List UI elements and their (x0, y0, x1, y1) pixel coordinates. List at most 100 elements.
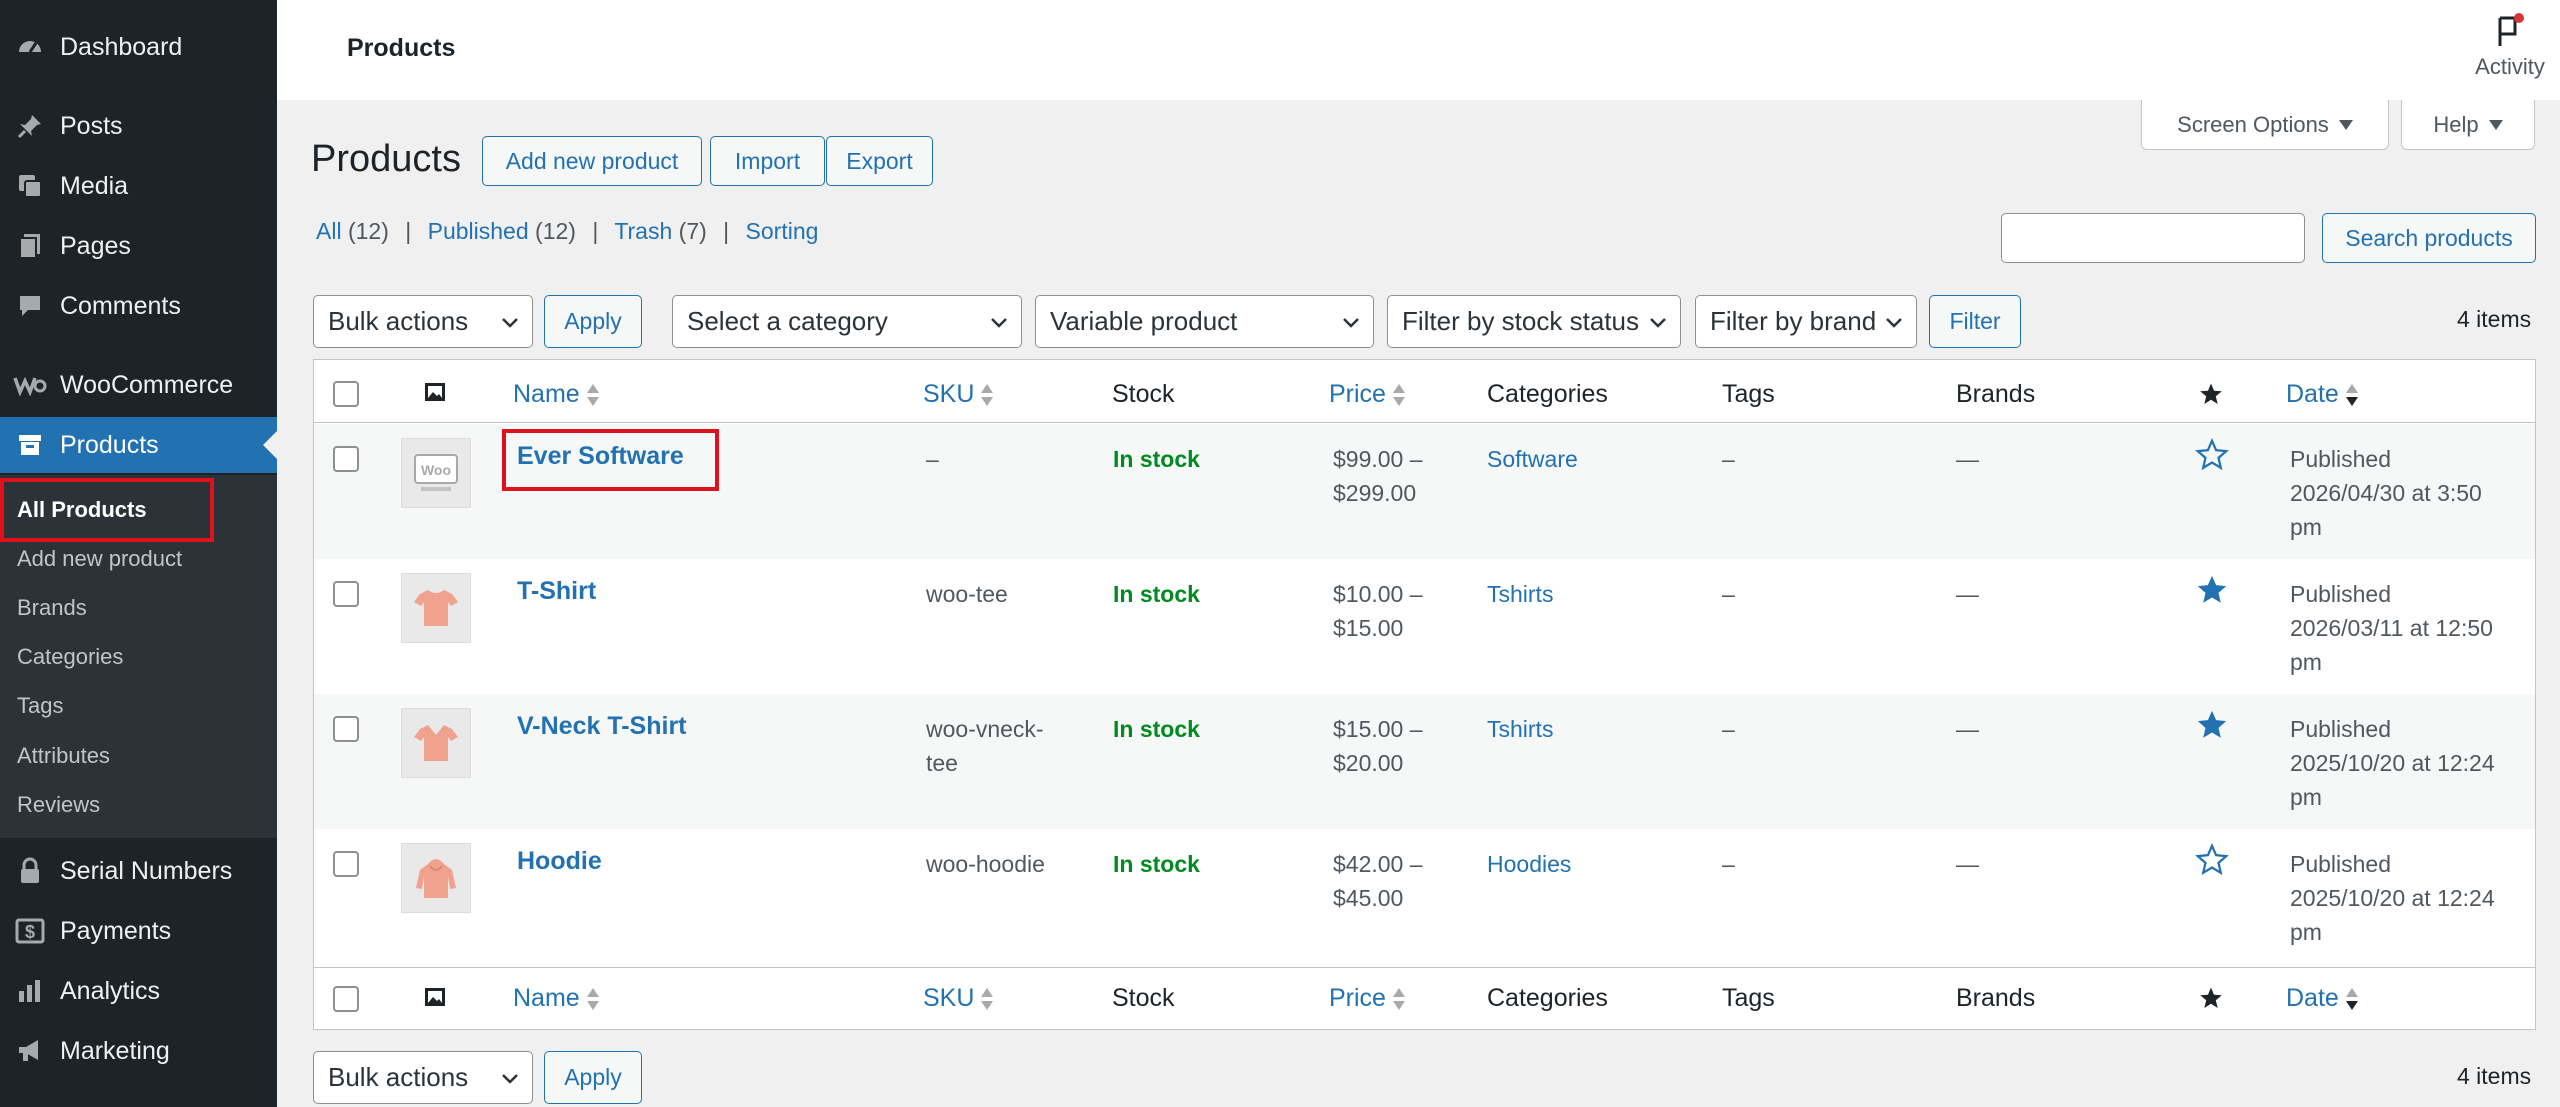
submenu-brands[interactable]: Brands (17, 595, 87, 621)
vneck-tshirt-icon (414, 725, 458, 761)
select-all-checkbox[interactable] (333, 986, 359, 1012)
product-sku: woo-hoodie (926, 851, 1045, 877)
column-name[interactable]: Name (513, 984, 600, 1013)
sidebar-item-woocommerce[interactable]: WooCommerce (0, 357, 277, 413)
category-select[interactable]: Select a category (672, 295, 1022, 348)
media-icon (0, 172, 60, 200)
bar-chart-icon (0, 977, 60, 1005)
submenu-add-new-product[interactable]: Add new product (17, 546, 182, 572)
product-name-link[interactable]: V-Neck T-Shirt (517, 712, 687, 741)
sort-desc-icon (2345, 383, 2358, 406)
column-date[interactable]: Date (2286, 984, 2359, 1013)
product-price: $15.00 – $20.00 (1333, 716, 1423, 776)
sidebar-item-media[interactable]: Media (0, 158, 277, 214)
product-stock: In stock (1113, 851, 1200, 877)
filter-button[interactable]: Filter (1929, 295, 2021, 348)
sidebar-item-comments[interactable]: Comments (0, 278, 277, 334)
sort-icon (1392, 383, 1405, 406)
product-date: Published 2025/10/20 at 12:24 pm (2290, 851, 2495, 945)
sidebar-item-dashboard[interactable]: Dashboard (0, 19, 277, 75)
admin-sidebar: Dashboard Posts Media Pages Comments Woo… (0, 0, 277, 1107)
product-brands: — (1956, 581, 1979, 607)
megaphone-icon (0, 1037, 60, 1065)
submenu-categories[interactable]: Categories (17, 644, 123, 670)
add-new-product-button[interactable]: Add new product (482, 136, 702, 186)
column-sku[interactable]: SKU (923, 380, 994, 409)
sidebar-item-serial-numbers[interactable]: Serial Numbers (0, 843, 277, 899)
search-products-button[interactable]: Search products (2322, 213, 2536, 263)
activity-button[interactable]: Activity (2470, 12, 2550, 80)
product-category-link[interactable]: Hoodies (1487, 847, 1571, 881)
highlight-all-products (0, 478, 214, 542)
view-trash-link[interactable]: Trash (614, 218, 672, 244)
sidebar-item-products[interactable]: Products (0, 417, 277, 473)
page-title: Products (311, 138, 461, 180)
screen-options-button[interactable]: Screen Options (2141, 100, 2389, 150)
star-filled-icon[interactable] (2195, 573, 2229, 607)
stock-status-select[interactable]: Filter by stock status (1387, 295, 1681, 348)
product-thumbnail[interactable] (401, 843, 471, 913)
row-checkbox[interactable] (333, 716, 359, 742)
product-category-link[interactable]: Software (1487, 442, 1578, 476)
column-sku[interactable]: SKU (923, 984, 994, 1013)
product-type-select[interactable]: Variable product (1035, 295, 1374, 348)
star-outline-icon[interactable] (2195, 438, 2229, 472)
product-price: $42.00 – $45.00 (1333, 851, 1423, 911)
product-thumbnail[interactable] (401, 573, 471, 643)
column-name[interactable]: Name (513, 380, 600, 409)
sidebar-item-posts[interactable]: Posts (0, 98, 277, 154)
row-checkbox[interactable] (333, 581, 359, 607)
archive-icon (0, 431, 60, 459)
submenu-reviews[interactable]: Reviews (17, 792, 100, 818)
product-sku: – (926, 446, 939, 472)
star-filled-icon[interactable] (2195, 708, 2229, 742)
chevron-down-icon (502, 1074, 518, 1084)
column-stock: Stock (1112, 984, 1175, 1012)
apply-button-bottom[interactable]: Apply (544, 1051, 642, 1104)
brand-select[interactable]: Filter by brand (1695, 295, 1917, 348)
view-published-link[interactable]: Published (428, 218, 529, 244)
dollar-icon: $ (0, 917, 60, 945)
sidebar-item-analytics[interactable]: Analytics (0, 963, 277, 1019)
woo-icon (0, 374, 60, 396)
bulk-actions-select-bottom[interactable]: Bulk actions (313, 1051, 533, 1104)
sidebar-item-pages[interactable]: Pages (0, 218, 277, 274)
bulk-actions-select[interactable]: Bulk actions (313, 295, 533, 348)
chevron-down-icon (991, 318, 1007, 328)
row-checkbox[interactable] (333, 851, 359, 877)
chevron-down-icon (1650, 318, 1666, 328)
submenu-attributes[interactable]: Attributes (17, 743, 110, 769)
submenu-tags[interactable]: Tags (17, 693, 63, 719)
product-category-link[interactable]: Tshirts (1487, 712, 1553, 746)
export-button[interactable]: Export (826, 136, 933, 186)
tshirt-icon (414, 590, 458, 626)
table-header: Name SKU Stock Price Categories Tags Bra… (314, 360, 2535, 423)
product-thumbnail[interactable] (401, 708, 471, 778)
product-name-link[interactable]: Hoodie (517, 847, 602, 876)
row-checkbox[interactable] (333, 446, 359, 472)
sort-icon (1392, 987, 1405, 1010)
import-button[interactable]: Import (710, 136, 825, 186)
table-row: T-Shirt woo-tee In stock $10.00 – $15.00 … (314, 559, 2535, 694)
product-price: $99.00 – $299.00 (1333, 446, 1423, 506)
sort-icon (981, 383, 994, 406)
view-all-link[interactable]: All (316, 218, 342, 244)
product-sku: woo-tee (926, 581, 1008, 607)
sidebar-item-payments[interactable]: $ Payments (0, 903, 277, 959)
search-input[interactable] (2001, 213, 2305, 263)
select-all-checkbox[interactable] (333, 381, 359, 407)
product-category-link[interactable]: Tshirts (1487, 577, 1553, 611)
product-name-link[interactable]: T-Shirt (517, 577, 596, 606)
sidebar-item-marketing[interactable]: Marketing (0, 1023, 277, 1079)
chevron-down-icon (502, 318, 518, 328)
help-button[interactable]: Help (2401, 100, 2535, 150)
pages-icon (0, 232, 60, 260)
star-outline-icon[interactable] (2195, 843, 2229, 877)
product-thumbnail[interactable]: Woo (401, 438, 471, 508)
product-brands: — (1956, 851, 1979, 877)
column-price[interactable]: Price (1329, 984, 1406, 1013)
column-date[interactable]: Date (2286, 380, 2359, 409)
apply-button[interactable]: Apply (544, 295, 642, 348)
view-sorting-link[interactable]: Sorting (746, 218, 819, 244)
column-price[interactable]: Price (1329, 380, 1406, 409)
